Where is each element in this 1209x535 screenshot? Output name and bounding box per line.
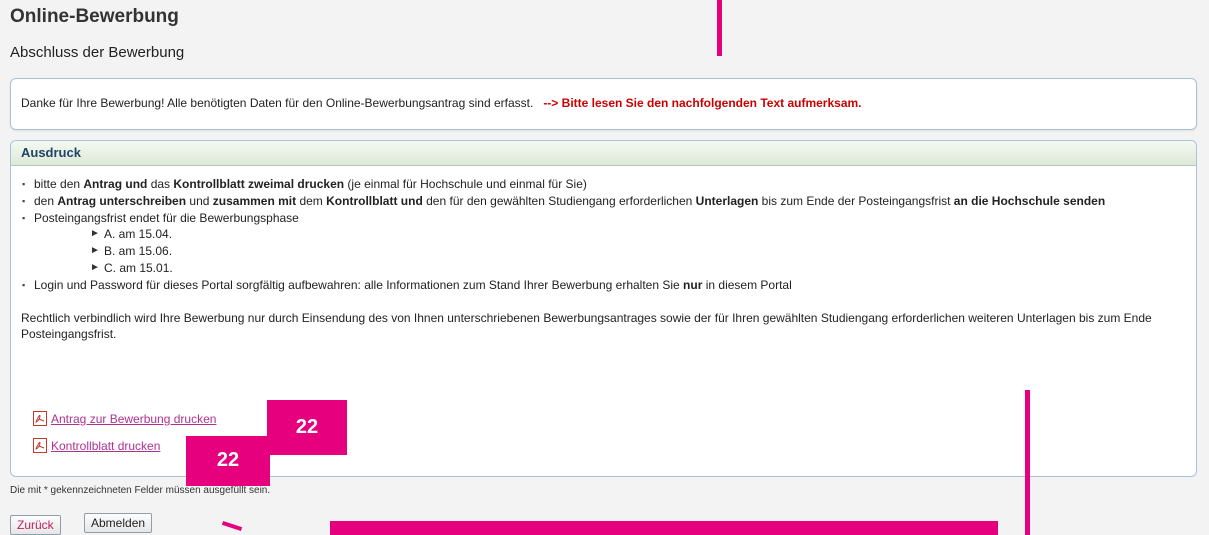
annotation-badge: 22 xyxy=(267,400,347,455)
annotation-line-right xyxy=(1025,390,1030,535)
instruction-list: bitte den Antrag und das Kontrollblatt z… xyxy=(21,176,1186,293)
annotation-bar-bottom xyxy=(330,521,998,535)
print-checklist-link[interactable]: Kontrollblatt drucken xyxy=(51,439,160,453)
page-subtitle: Abschluss der Bewerbung xyxy=(10,44,185,61)
logout-button[interactable]: Abmelden xyxy=(84,513,153,533)
legal-paragraph: Rechtlich verbindlich wird Ihre Bewerbun… xyxy=(21,311,1152,341)
print-checklist-row: Kontrollblatt drucken xyxy=(33,438,160,453)
instruction-sign-send: den Antrag unterschreiben und zusammen m… xyxy=(21,193,1186,209)
annotation-arrow-stub xyxy=(221,521,243,531)
annotation-line-top xyxy=(717,0,722,56)
notice-highlight: --> Bitte lesen Sie den nachfolgenden Te… xyxy=(543,96,862,110)
print-application-link[interactable]: Antrag zur Bewerbung drucken xyxy=(51,412,216,426)
pdf-icon xyxy=(33,411,47,426)
annotation-badge: 22 xyxy=(186,436,270,486)
deadline-item: B. am 15.06. xyxy=(90,243,1186,259)
deadline-list: A. am 15.04. B. am 15.06. C. am 15.01. xyxy=(34,226,1186,276)
page-title: Online-Bewerbung xyxy=(10,6,179,27)
notice-box: Danke für Ihre Bewerbung! Alle benötigte… xyxy=(10,78,1197,130)
deadline-item: A. am 15.04. xyxy=(90,226,1186,242)
panel-header: Ausdruck xyxy=(11,141,1196,166)
instruction-login: Login und Password für dieses Portal sor… xyxy=(21,277,1186,293)
instruction-deadline: Posteingangsfrist endet für die Bewerbun… xyxy=(21,210,1186,276)
panel-body: bitte den Antrag und das Kontrollblatt z… xyxy=(11,166,1196,342)
print-panel: Ausdruck bitte den Antrag und das Kontro… xyxy=(10,140,1197,477)
required-fields-note: Die mit * gekennzeichneten Felder müssen… xyxy=(10,485,271,496)
print-application-row: Antrag zur Bewerbung drucken xyxy=(33,411,216,426)
notice-message: Danke für Ihre Bewerbung! Alle benötigte… xyxy=(21,96,534,110)
back-button[interactable]: Zurück xyxy=(10,515,61,535)
notice-text: Danke für Ihre Bewerbung! Alle benötigte… xyxy=(21,96,862,110)
deadline-item: C. am 15.01. xyxy=(90,260,1186,276)
pdf-icon xyxy=(33,438,47,453)
instruction-print: bitte den Antrag und das Kontrollblatt z… xyxy=(21,176,1186,192)
